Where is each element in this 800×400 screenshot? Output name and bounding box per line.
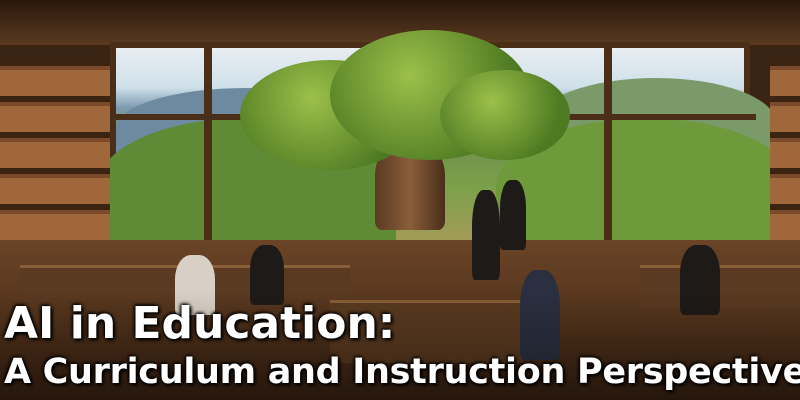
person: [472, 190, 500, 280]
title-line-2: A Curriculum and Instruction Perspective: [4, 352, 800, 392]
window-frame: [604, 48, 612, 258]
window-frame: [204, 48, 212, 258]
bookshelf-left: [0, 60, 110, 260]
person: [500, 180, 526, 250]
title-line-1: AI in Education:: [4, 298, 396, 349]
tree-canopy: [440, 70, 570, 160]
bookshelf-right: [770, 60, 800, 260]
